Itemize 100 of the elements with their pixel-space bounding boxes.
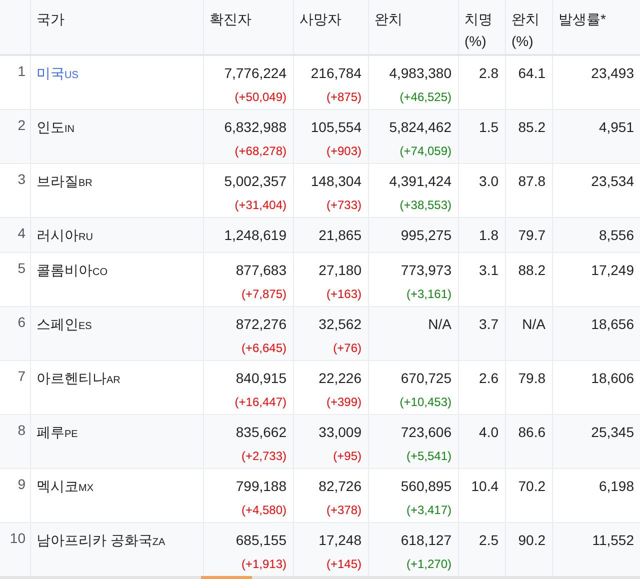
cell-value: 723,606 xyxy=(400,423,452,442)
cell-value: 877,683 xyxy=(236,261,286,280)
cell-value: 25,345 xyxy=(591,423,634,442)
country-code: PE xyxy=(64,429,78,440)
change-value: (+2,733) xyxy=(241,448,286,464)
cell-value: 2.6 xyxy=(479,369,498,388)
cell-value: 773,973 xyxy=(400,261,452,280)
cell-value: 23,534 xyxy=(591,172,634,191)
cell-value: N/A xyxy=(522,315,546,334)
scrollbar-thumb[interactable] xyxy=(201,576,252,579)
cell-value: 1.5 xyxy=(479,118,498,137)
cell-value: 90.2 xyxy=(518,531,546,550)
column-header[interactable]: 확진자 xyxy=(210,8,252,30)
row-number: 6 xyxy=(18,314,26,330)
cell-value: 88.2 xyxy=(518,261,546,280)
row-number: 9 xyxy=(18,476,26,492)
change-value: (+76) xyxy=(333,340,362,356)
country-code: RU xyxy=(78,232,93,243)
cell-value: 27,180 xyxy=(318,261,362,280)
country-link[interactable]: 페루PE xyxy=(36,424,78,440)
country-link[interactable]: 러시아RU xyxy=(36,227,93,243)
cell-value: 6,198 xyxy=(598,477,634,496)
change-value: (+50,049) xyxy=(234,89,286,105)
cell-value: 21,865 xyxy=(318,226,362,245)
cell-value: 82,726 xyxy=(318,477,362,496)
change-value: (+6,645) xyxy=(241,340,286,356)
cell-value: 216,784 xyxy=(310,64,362,83)
cell-value: 8,556 xyxy=(598,226,634,245)
country-link[interactable]: 콜롬비아CO xyxy=(36,262,108,278)
cell-value: 2.8 xyxy=(479,64,498,83)
cell-value: 32,562 xyxy=(318,315,362,334)
cell-value: 33,009 xyxy=(318,423,362,442)
column-header[interactable]: 국가 xyxy=(36,8,64,30)
change-value: (+903) xyxy=(326,143,362,159)
change-value: (+4,580) xyxy=(241,502,286,518)
cell-value: 79.8 xyxy=(518,369,546,388)
change-value: (+10,453) xyxy=(400,394,452,410)
cell-value: 4,391,424 xyxy=(389,172,452,191)
change-value: (+875) xyxy=(326,89,362,105)
row-number: 5 xyxy=(18,260,26,276)
change-value: (+68,278) xyxy=(234,143,286,159)
cell-value: 5,002,357 xyxy=(224,172,286,191)
change-value: (+1,913) xyxy=(241,556,286,572)
change-value: (+145) xyxy=(326,556,362,572)
change-value: (+733) xyxy=(326,197,362,213)
country-link[interactable]: 스페인ES xyxy=(36,316,92,332)
cell-value: 3.1 xyxy=(479,261,498,280)
country-link[interactable]: 아르헨티나AR xyxy=(36,370,120,386)
cell-value: 4.0 xyxy=(479,423,498,442)
cell-value: 685,155 xyxy=(236,531,286,550)
cell-value: 6,832,988 xyxy=(224,118,286,137)
country-code: AR xyxy=(106,375,120,386)
cell-value: 840,915 xyxy=(236,369,286,388)
cell-value: 148,304 xyxy=(310,172,362,191)
country-code: US xyxy=(64,70,78,81)
country-code: ZA xyxy=(152,537,166,548)
cell-value: 86.6 xyxy=(518,423,546,442)
row-number: 4 xyxy=(18,225,26,241)
change-value: (+16,447) xyxy=(234,394,286,410)
cell-value: 64.1 xyxy=(518,64,546,83)
change-value: (+5,541) xyxy=(406,448,452,464)
cell-value: 18,606 xyxy=(591,369,634,388)
change-value: (+1,270) xyxy=(406,556,452,572)
cell-value: 2.5 xyxy=(479,531,498,550)
cell-value: 87.8 xyxy=(518,172,546,191)
country-link[interactable]: 미국US xyxy=(36,65,78,81)
cell-value: 3.7 xyxy=(479,315,498,334)
country-link[interactable]: 브라질BR xyxy=(36,173,92,189)
cell-value: 872,276 xyxy=(236,315,286,334)
cell-value: 4,983,380 xyxy=(389,64,452,83)
cell-value: 7,776,224 xyxy=(224,64,286,83)
change-value: (+31,404) xyxy=(234,197,286,213)
country-code: IN xyxy=(64,124,74,135)
cell-value: N/A xyxy=(428,315,452,334)
country-link[interactable]: 멕시코MX xyxy=(36,478,94,494)
change-value: (+3,161) xyxy=(406,286,452,302)
cell-value: 4,951 xyxy=(598,118,634,137)
change-value: (+378) xyxy=(326,502,362,518)
cell-value: 3.0 xyxy=(479,172,498,191)
country-code: BR xyxy=(78,178,92,189)
cell-value: 79.7 xyxy=(518,226,546,245)
row-number: 7 xyxy=(18,368,26,384)
cell-value: 560,895 xyxy=(400,477,452,496)
cell-value: 1.8 xyxy=(479,226,498,245)
cell-value: 618,127 xyxy=(400,531,452,550)
change-value: (+163) xyxy=(326,286,362,302)
cell-value: 11,552 xyxy=(592,531,634,550)
cell-value: 105,554 xyxy=(310,118,362,137)
row-number: 10 xyxy=(10,530,26,546)
country-code: CO xyxy=(92,267,108,278)
change-value: (+74,059) xyxy=(400,143,452,159)
cell-value: 10.4 xyxy=(471,477,498,496)
cell-value: 18,656 xyxy=(591,315,634,334)
cell-value: 5,824,462 xyxy=(389,118,452,137)
change-value: (+38,553) xyxy=(400,197,452,213)
row-number: 8 xyxy=(18,422,26,438)
column-header[interactable]: 완치 xyxy=(374,8,402,30)
row-number: 1 xyxy=(18,63,26,79)
cell-value: 995,275 xyxy=(400,226,452,245)
country-link[interactable]: 인도IN xyxy=(36,119,74,135)
